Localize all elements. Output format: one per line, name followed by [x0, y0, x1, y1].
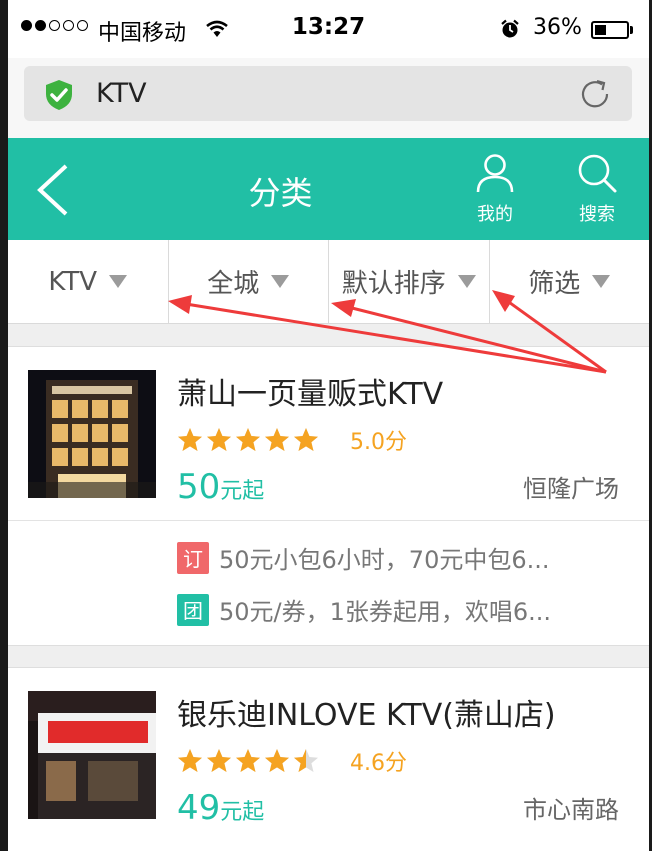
price-unit: 元起 [220, 479, 265, 504]
my-account-button[interactable]: 我的 [465, 152, 525, 226]
divider [8, 520, 649, 521]
dropdown-triangle-icon [271, 275, 290, 288]
star-rating [177, 427, 319, 453]
alarm-icon [501, 19, 519, 38]
reload-icon[interactable] [576, 75, 614, 113]
star-icon [207, 428, 231, 451]
dropdown-triangle-icon [457, 275, 476, 288]
user-icon [476, 154, 514, 193]
star-icon [294, 749, 318, 772]
filter-area[interactable]: 全城 [169, 240, 329, 323]
listing-card[interactable]: 萧山一页量贩式KTV 5.0分 50元起 恒隆广场 订 50元小包6小时，70元… [8, 346, 649, 646]
shop-photo [28, 691, 156, 819]
shop-photo [28, 370, 156, 498]
filter-category[interactable]: KTV [8, 240, 169, 323]
price: 49元起 [177, 788, 264, 828]
star-icon [236, 749, 260, 772]
dropdown-triangle-icon [592, 275, 611, 288]
price: 50元起 [177, 467, 264, 507]
browser-toolbar: KTV [8, 58, 649, 138]
status-bar: 中国移动 13:27 36% [8, 0, 649, 58]
star-icon [294, 428, 318, 451]
shop-area: 恒隆广场 [523, 475, 619, 503]
app-header: 分类 我的 搜索 [8, 138, 649, 240]
group-buy-tag: 团 [177, 593, 209, 626]
deal-booking[interactable]: 订 50元小包6小时，70元中包6... [177, 540, 550, 575]
booking-tag: 订 [177, 541, 209, 574]
search-icon [578, 154, 617, 193]
my-account-label: 我的 [477, 204, 513, 225]
deal-group-buy[interactable]: 团 50元/券，1张券起用，欢唱6... [177, 592, 551, 627]
star-icon [178, 749, 202, 772]
filter-category-label: KTV [48, 266, 98, 297]
filter-area-label: 全城 [207, 269, 260, 299]
filter-screen-label: 筛选 [528, 269, 581, 299]
shield-check-icon [46, 80, 72, 110]
filter-screen[interactable]: 筛选 [490, 240, 650, 323]
search-label: 搜索 [579, 204, 615, 225]
shop-area: 市心南路 [523, 796, 619, 824]
shop-name: 萧山一页量贩式KTV [177, 377, 444, 412]
star-icon [265, 749, 289, 772]
price-number: 50 [177, 467, 221, 507]
rating-score: 5.0分 [350, 430, 407, 455]
shop-name: 银乐迪INLOVE KTV(萧山店) [177, 698, 556, 733]
deal-text: 50元/券，1张券起用，欢唱6... [219, 598, 552, 626]
filter-sort-label: 默认排序 [341, 269, 446, 299]
address-bar[interactable]: KTV [24, 66, 632, 121]
filter-sort[interactable]: 默认排序 [329, 240, 490, 323]
battery-icon [591, 21, 629, 39]
listing-card[interactable]: 银乐迪INLOVE KTV(萧山店) 4.6分 49元起 市心南路 [8, 667, 649, 851]
filter-bar: KTV 全城 默认排序 筛选 [8, 240, 649, 324]
star-icon [265, 428, 289, 451]
price-unit: 元起 [220, 800, 265, 825]
dropdown-triangle-icon [109, 275, 128, 288]
battery-percent: 36% [533, 15, 582, 40]
star-rating [177, 748, 319, 774]
search-button[interactable]: 搜索 [567, 152, 627, 226]
deal-text: 50元小包6小时，70元中包6... [219, 546, 550, 574]
price-number: 49 [177, 788, 221, 828]
phone-screen: 中国移动 13:27 36% KTV 分类 我的 搜索 KTV 全城 默认排序 … [8, 0, 649, 851]
address-text: KTV [96, 78, 147, 109]
star-icon [207, 749, 231, 772]
star-icon [178, 428, 202, 451]
star-icon [236, 428, 260, 451]
rating-score: 4.6分 [350, 751, 407, 776]
